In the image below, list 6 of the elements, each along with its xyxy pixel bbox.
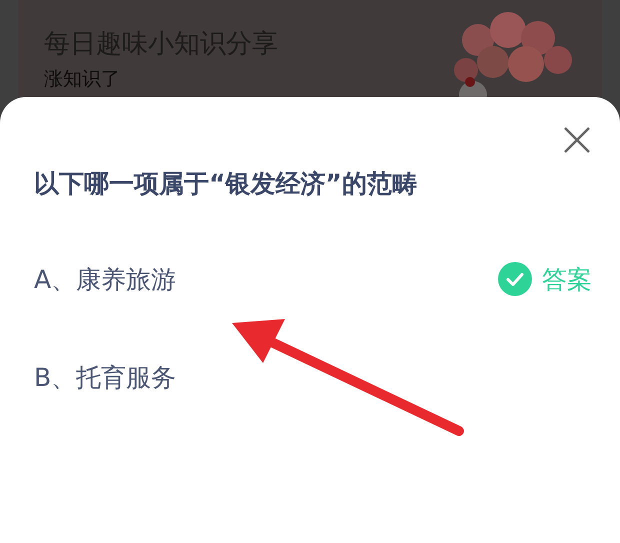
close-button[interactable] xyxy=(562,125,592,155)
answer-option[interactable]: B、托育服务 xyxy=(34,328,592,426)
answer-option[interactable]: A、康养旅游 答案 xyxy=(34,230,592,328)
check-icon xyxy=(498,262,532,296)
question-text: 以下哪一项属于“银发经济”的范畴 xyxy=(34,168,418,200)
answer-label: 答案 xyxy=(542,264,592,296)
